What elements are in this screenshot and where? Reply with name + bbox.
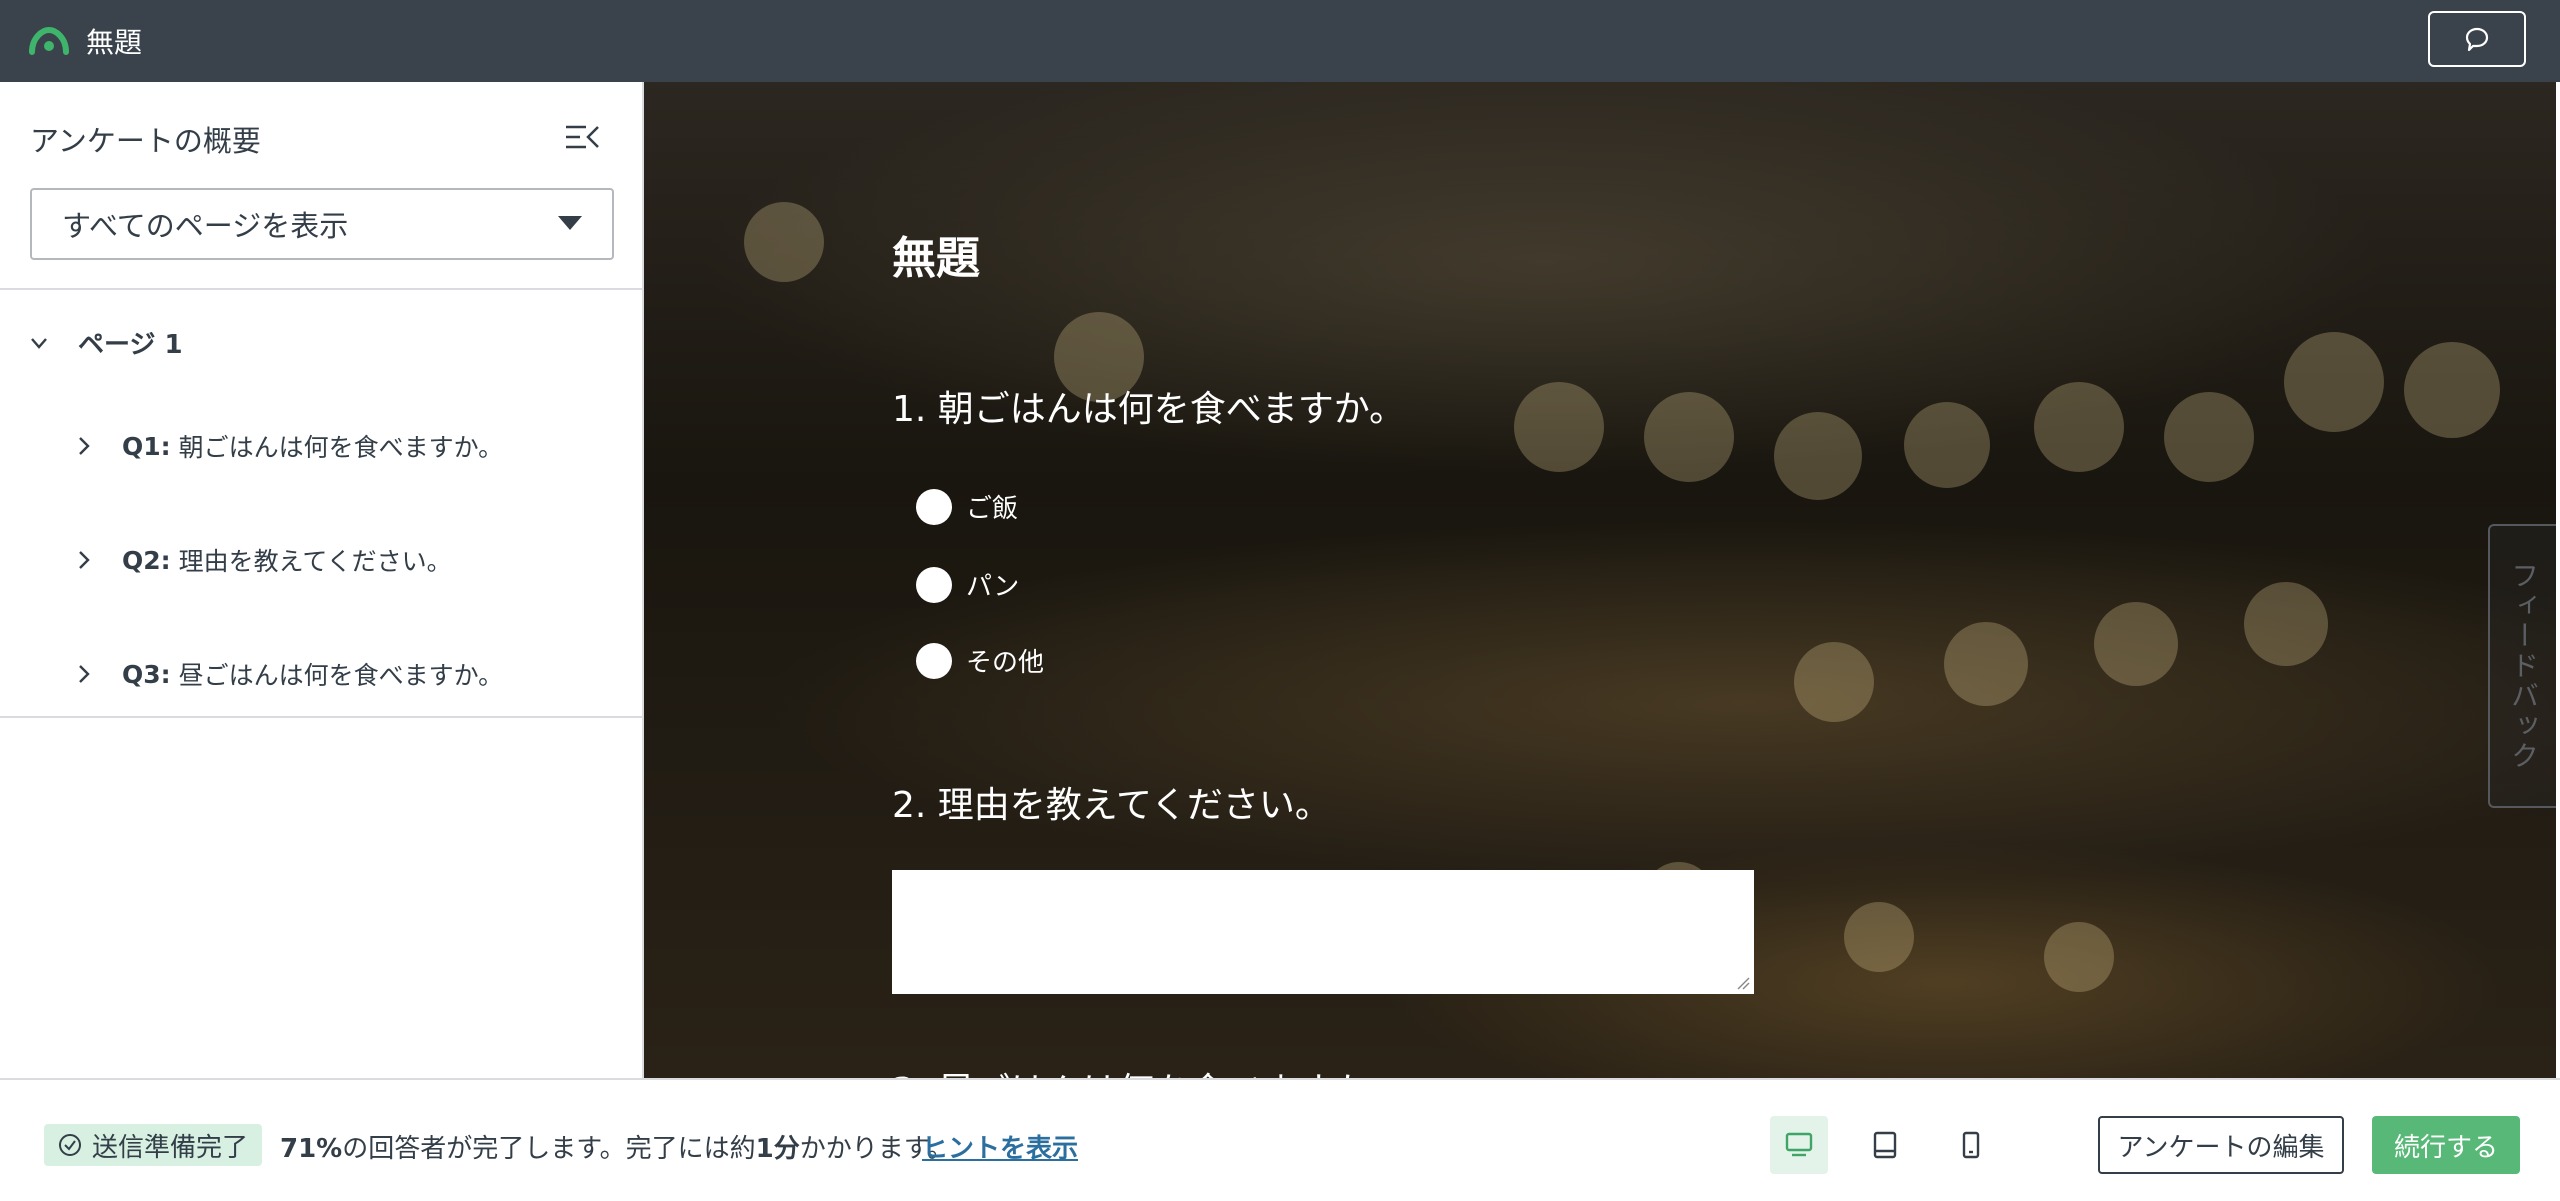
tree-question-number: Q3: (122, 659, 171, 689)
tree-page-1[interactable]: ページ 1 (30, 324, 183, 361)
tree-question-text: 理由を教えてください。 (178, 547, 452, 576)
completion-duration: 1分 (755, 1134, 800, 1164)
tree-page-label: ページ 1 (78, 330, 183, 360)
feedback-tab[interactable]: フィードバック (2488, 524, 2556, 808)
chat-icon (2465, 27, 2489, 52)
sidebar-title: アンケートの概要 (30, 124, 261, 158)
radio-option-label: その他 (966, 648, 1045, 678)
radio-option-label: パン (966, 572, 1020, 602)
continue-button[interactable]: 続行する (2372, 1116, 2520, 1174)
bokeh-light (1794, 642, 1874, 722)
chevron-down-icon (31, 337, 47, 349)
tree-question-text: 昼ごはんは何を食べますか。 (178, 661, 504, 690)
bokeh-light (2164, 392, 2254, 482)
reason-textarea[interactable] (892, 870, 1754, 994)
logo-icon (29, 26, 69, 55)
chevron-right-icon (79, 665, 90, 683)
mobile-preview-button[interactable] (1942, 1116, 2000, 1174)
bokeh-light (2034, 382, 2124, 472)
radio-button[interactable] (916, 488, 952, 525)
page-filter-value: すべてのページを表示 (62, 209, 349, 243)
desktop-preview-button[interactable] (1770, 1116, 1828, 1174)
radio-option-label: ご飯 (966, 494, 1019, 524)
tree-question-number: Q2: (122, 545, 171, 575)
edit-survey-button[interactable]: アンケートの編集 (2098, 1116, 2344, 1174)
check-circle-icon (59, 1134, 81, 1156)
bokeh-light (1944, 622, 2028, 706)
question-1-title: 1. 朝ごはんは何を食べますか。 (892, 389, 1406, 430)
tablet-icon (1873, 1131, 1897, 1159)
collapse-outline-icon[interactable] (564, 122, 600, 152)
bokeh-light (2404, 342, 2500, 438)
bokeh-light (1644, 392, 1734, 482)
ready-status-badge: 送信準備完了 (44, 1124, 263, 1166)
bokeh-light (2244, 582, 2328, 666)
bokeh-light (1514, 382, 1604, 472)
question-3-title: 3. 昼ごはんは何を食べますか。 (892, 1062, 1405, 1078)
resize-grip-icon[interactable] (1736, 976, 1750, 990)
radio-option[interactable]: ご飯 (916, 488, 1018, 525)
bokeh-light (1774, 412, 1862, 500)
bottom-bar: 送信準備完了 71%の回答者が完了します。完了には約1分かかります。 ヒントを表… (0, 1078, 2560, 1201)
radio-button[interactable] (916, 642, 952, 679)
bokeh-light (1844, 902, 1914, 972)
caret-down-icon (558, 216, 582, 230)
bokeh-light (744, 202, 824, 282)
survey-preview: 無題 1. 朝ごはんは何を食べますか。 ご飯 パン その他 2. 理由を教えてく… (644, 82, 2556, 1078)
radio-option[interactable]: パン (916, 566, 1019, 603)
tree-question-text: 朝ごはんは何を食べますか。 (178, 433, 504, 462)
tablet-preview-button[interactable] (1856, 1116, 1914, 1174)
page-filter-select[interactable]: すべてのページを表示 (30, 188, 614, 260)
bokeh-light (1904, 402, 1990, 488)
mobile-icon (1962, 1131, 1980, 1159)
completion-text: の回答者が完了します。完了には約 (342, 1134, 756, 1164)
top-bar: 無題 (0, 0, 2560, 82)
tree-question-q2[interactable]: Q2: 理由を教えてください。 (76, 542, 452, 578)
outline-tree: ページ 1 Q1: 朝ごはんは何を食べますか。 Q2: 理由を教えてください。 … (0, 290, 642, 718)
tree-question-number: Q1: (122, 431, 171, 461)
sidebar-header: アンケートの概要 すべてのページを表示 (0, 82, 642, 290)
chevron-right-icon (79, 437, 90, 455)
ready-badge-label: 送信準備完了 (92, 1132, 249, 1163)
tree-question-q3[interactable]: Q3: 昼ごはんは何を食べますか。 (76, 656, 503, 692)
survey-title: 無題 (892, 233, 980, 284)
completion-percent: 71% (280, 1134, 343, 1164)
question-2-title: 2. 理由を教えてください。 (892, 785, 1331, 826)
bokeh-light (2094, 602, 2178, 686)
radio-option[interactable]: その他 (916, 642, 1044, 679)
chevron-right-icon (79, 551, 90, 569)
feedback-label: フィードバック (2507, 561, 2540, 771)
survey-outline-sidebar: アンケートの概要 すべてのページを表示 ページ 1 Q1: 朝ごはんは何を食べま… (0, 82, 644, 1078)
bokeh-light (2044, 922, 2114, 992)
radio-button[interactable] (916, 566, 952, 603)
bokeh-light (2284, 332, 2384, 432)
chat-button[interactable] (2428, 11, 2526, 67)
completion-estimate: 71%の回答者が完了します。完了には約1分かかります。 (280, 1128, 953, 1165)
app-title: 無題 (86, 26, 143, 59)
desktop-icon (1785, 1132, 1813, 1157)
tree-question-q1[interactable]: Q1: 朝ごはんは何を食べますか。 (76, 428, 503, 464)
show-hints-link[interactable]: ヒントを表示 (922, 1128, 1078, 1165)
